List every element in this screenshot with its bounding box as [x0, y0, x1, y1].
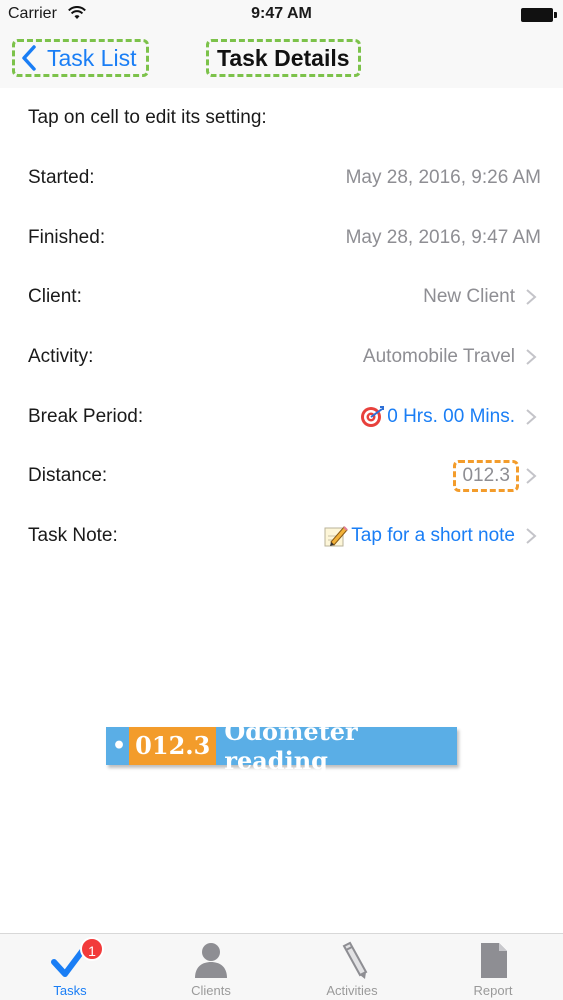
back-button[interactable]: Task List — [12, 39, 150, 77]
tab-clients[interactable]: Clients — [141, 934, 281, 1000]
callout-number: 012.3 — [129, 727, 217, 765]
chevron-right-icon — [526, 468, 537, 485]
row-value: 012.3 — [453, 460, 519, 493]
callout-bullet: • — [112, 733, 127, 759]
tab-tasks[interactable]: 1 Tasks — [0, 934, 140, 1000]
row-value: New Client — [423, 286, 515, 308]
chevron-right-icon — [526, 528, 537, 544]
chevron-right-icon — [526, 289, 537, 305]
row-break-period[interactable]: Break Period: 0 Hrs. 00 Mins. — [0, 387, 563, 447]
odometer-callout: • 012.3 Odometer reading — [106, 717, 457, 775]
row-value: 0 Hrs. 00 Mins. — [387, 405, 515, 427]
row-label: Distance: — [28, 465, 108, 487]
row-distance[interactable]: Distance: 012.3 — [0, 446, 563, 506]
row-value: May 28, 2016, 9:47 AM — [345, 226, 541, 248]
tab-activities[interactable]: Activities — [282, 934, 422, 1000]
task-detail-list: Started: May 28, 2016, 9:26 AM Finished:… — [0, 148, 563, 566]
tab-report[interactable]: Report — [423, 934, 563, 1000]
memo-pencil-icon — [324, 526, 348, 547]
row-label: Client: — [28, 286, 82, 308]
document-icon — [481, 943, 507, 978]
status-bar: Carrier 9:47 AM — [0, 0, 563, 30]
chevron-left-icon — [22, 45, 36, 71]
row-value-wrap: Tap for a short note — [323, 524, 515, 548]
tab-label: Report — [473, 983, 513, 998]
back-button-label: Task List — [47, 44, 137, 71]
tab-bar: 1 Tasks Clients Activities Report — [0, 933, 563, 1000]
row-value: Tap for a short note — [351, 524, 515, 546]
row-started[interactable]: Started: May 28, 2016, 9:26 AM — [0, 148, 563, 208]
intro-text: Tap on cell to edit its setting: — [28, 107, 267, 128]
navigation-bar: Task List Task Details — [0, 30, 563, 88]
pencil-icon — [342, 941, 368, 979]
tab-label: Activities — [326, 983, 378, 998]
tab-label: Tasks — [53, 983, 87, 998]
row-task-note[interactable]: Task Note: Tap for a short note — [0, 506, 563, 566]
row-label: Started: — [28, 166, 95, 188]
row-label: Break Period: — [28, 405, 144, 427]
status-time: 9:47 AM — [251, 5, 312, 22]
chevron-right-icon — [526, 408, 537, 425]
row-finished[interactable]: Finished: May 28, 2016, 9:47 AM — [0, 208, 563, 268]
row-label: Finished: — [28, 226, 106, 248]
row-label: Task Note: — [28, 524, 118, 546]
tasks-badge: 1 — [80, 937, 104, 961]
target-icon — [361, 405, 385, 427]
row-value: Automobile Travel — [362, 345, 515, 367]
callout-text: Odometer reading — [224, 717, 358, 775]
row-value: May 28, 2016, 9:26 AM — [345, 166, 541, 188]
row-label: Activity: — [28, 345, 94, 367]
row-value-wrap: 0 Hrs. 00 Mins. — [360, 405, 515, 429]
row-value-wrap: 012.3 — [453, 460, 519, 493]
chevron-right-icon — [526, 349, 537, 365]
row-activity[interactable]: Activity: Automobile Travel — [0, 327, 563, 387]
person-icon — [195, 943, 227, 978]
battery-icon — [521, 8, 557, 22]
tab-label: Clients — [191, 983, 231, 998]
row-client[interactable]: Client: New Client — [0, 267, 563, 327]
page-title: Task Details — [206, 39, 361, 77]
